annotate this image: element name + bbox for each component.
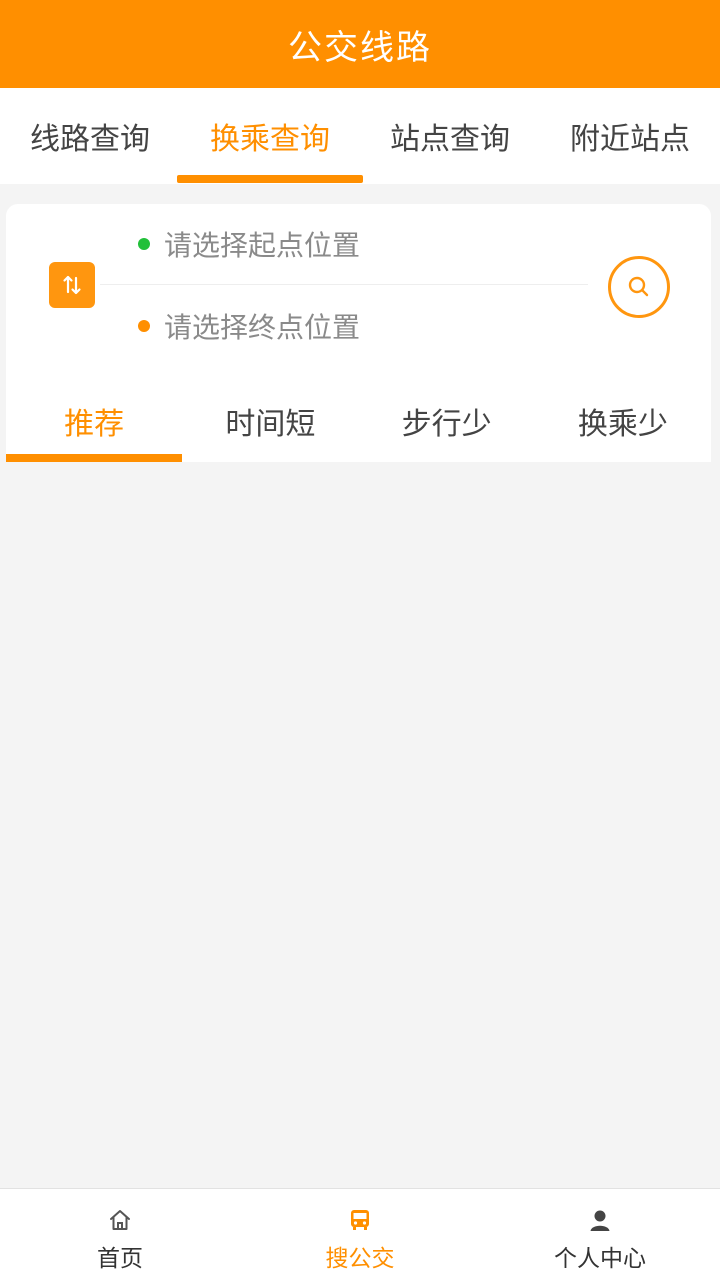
sort-tabs: 推荐 时间短 步行少 换乘少 xyxy=(6,380,711,462)
user-icon xyxy=(586,1206,614,1234)
swap-vertical-icon xyxy=(63,275,81,295)
field-divider xyxy=(100,284,588,285)
tab-label: 换乘查询 xyxy=(210,122,330,157)
route-search-card: 请选择起点位置 请选择终点位置 推荐 时间短 步行少 换乘少 xyxy=(6,204,711,462)
tab-label: 线路查询 xyxy=(30,122,150,157)
nav-label: 首页 xyxy=(97,1246,143,1272)
sort-tab-label: 换乘少 xyxy=(577,407,668,442)
sort-tab-shortest-time[interactable]: 时间短 xyxy=(182,380,358,462)
route-search-button[interactable] xyxy=(608,256,670,318)
active-tab-indicator xyxy=(177,175,363,183)
nav-label: 个人中心 xyxy=(554,1246,646,1272)
nav-item-bus-search[interactable]: 搜公交 xyxy=(240,1189,480,1280)
tab-transfer-query[interactable]: 换乘查询 xyxy=(177,88,363,184)
tab-station-query[interactable]: 站点查询 xyxy=(360,88,540,184)
tab-label: 附近站点 xyxy=(570,122,690,157)
header-bar: 公交线路 xyxy=(0,0,720,88)
bus-icon xyxy=(346,1206,374,1234)
sort-tab-label: 时间短 xyxy=(225,407,316,442)
home-icon xyxy=(106,1206,134,1234)
start-location-field[interactable]: 请选择起点位置 xyxy=(138,214,588,274)
start-dot xyxy=(138,238,150,250)
tab-nearby-stations[interactable]: 附近站点 xyxy=(540,88,720,184)
nav-label: 搜公交 xyxy=(325,1246,395,1272)
bottom-navigation: 首页 搜公交 个人中心 xyxy=(0,1188,720,1280)
sort-tab-recommended[interactable]: 推荐 xyxy=(6,380,183,462)
sort-tab-fewest-transfers[interactable]: 换乘少 xyxy=(535,380,711,462)
search-icon xyxy=(628,276,649,297)
tab-label: 站点查询 xyxy=(390,122,510,157)
sort-tab-label: 推荐 xyxy=(64,407,125,442)
app-screen: 公交线路 线路查询 换乘查询 站点查询 附近站点 请选择起点位置 请选择终点位置… xyxy=(0,0,720,1280)
nav-item-home[interactable]: 首页 xyxy=(0,1189,240,1280)
sort-tab-label: 步行少 xyxy=(401,407,492,442)
query-tabs: 线路查询 换乘查询 站点查询 附近站点 xyxy=(0,88,720,184)
start-location-placeholder: 请选择起点位置 xyxy=(164,229,361,262)
end-dot xyxy=(138,320,150,332)
active-sort-indicator xyxy=(6,454,183,462)
tab-line-query[interactable]: 线路查询 xyxy=(0,88,180,184)
page-title: 公交线路 xyxy=(288,27,432,68)
nav-item-profile[interactable]: 个人中心 xyxy=(480,1189,720,1280)
end-location-field[interactable]: 请选择终点位置 xyxy=(138,296,588,356)
swap-route-button[interactable] xyxy=(49,262,95,308)
sort-tab-least-walking[interactable]: 步行少 xyxy=(359,380,535,462)
end-location-placeholder: 请选择终点位置 xyxy=(164,311,361,344)
